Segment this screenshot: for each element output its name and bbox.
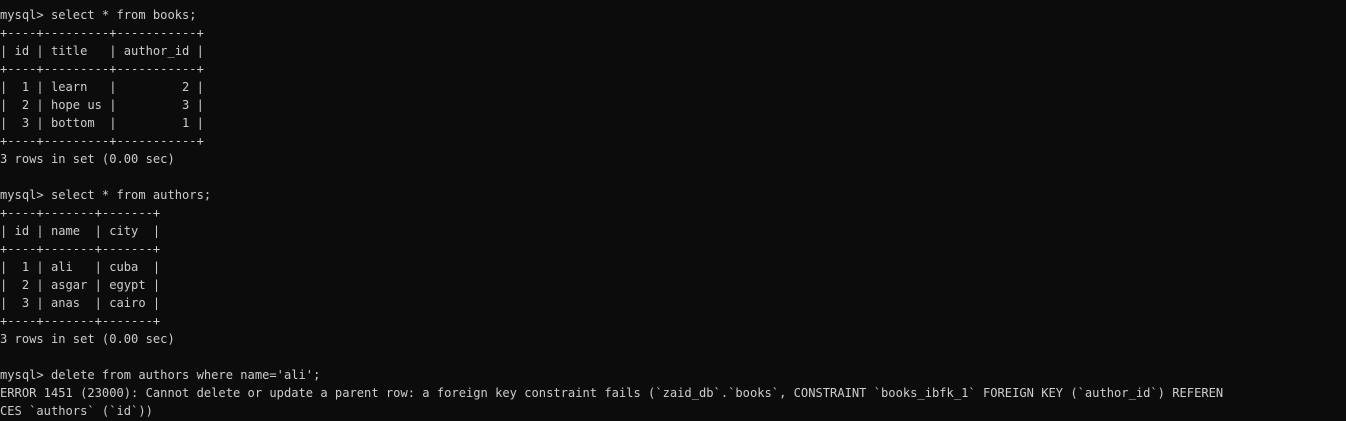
result-summary: 3 rows in set (0.00 sec) xyxy=(0,332,175,346)
table-row: | 1 | ali | cuba | xyxy=(0,260,161,274)
command-line-delete: mysql> delete from authors where name='a… xyxy=(0,368,321,382)
table-border: +----+-------+-------+ xyxy=(0,242,161,256)
table-row: | 2 | hope us | 3 | xyxy=(0,98,204,112)
error-message-continued: CES `authors` (`id`)) xyxy=(0,404,153,418)
error-message: ERROR 1451 (23000): Cannot delete or upd… xyxy=(0,386,1224,400)
table-border: +----+---------+-----------+ xyxy=(0,134,204,148)
table-border: +----+-------+-------+ xyxy=(0,206,161,220)
table-header-row: | id | name | city | xyxy=(0,224,161,238)
table-row: | 3 | bottom | 1 | xyxy=(0,116,204,130)
table-row: | 1 | learn | 2 | xyxy=(0,80,204,94)
command-line-select-authors: mysql> select * from authors; xyxy=(0,188,212,202)
terminal-window[interactable]: mysql> select * from books; +----+------… xyxy=(0,0,1346,421)
table-border: +----+-------+-------+ xyxy=(0,314,161,328)
table-border: +----+---------+-----------+ xyxy=(0,26,204,40)
table-row: | 2 | asgar | egypt | xyxy=(0,278,161,292)
table-border: +----+---------+-----------+ xyxy=(0,62,204,76)
command-line-select-books: mysql> select * from books; xyxy=(0,8,197,22)
table-header-row: | id | title | author_id | xyxy=(0,44,204,58)
table-row: | 3 | anas | cairo | xyxy=(0,296,161,310)
result-summary: 3 rows in set (0.00 sec) xyxy=(0,152,175,166)
